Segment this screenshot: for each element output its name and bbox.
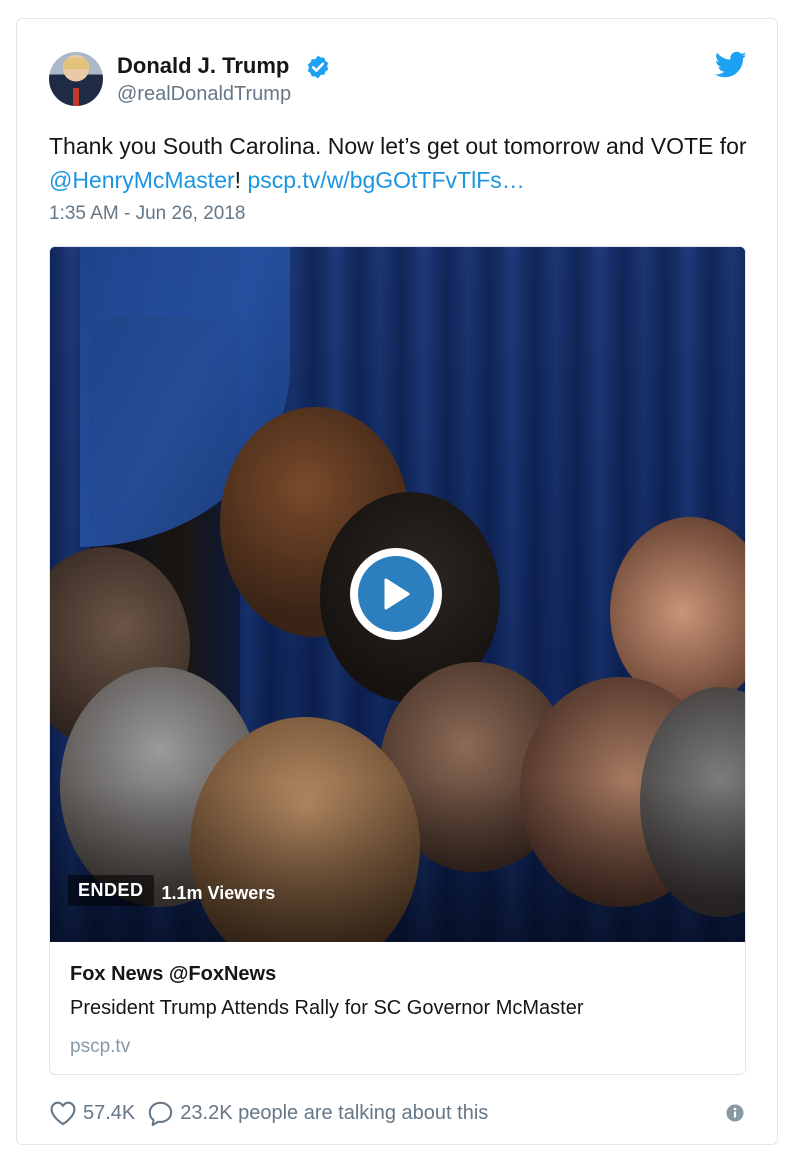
tweet-card: Donald J. Trump @realDonaldTrump Thank y… [16,18,778,1145]
play-button-inner [358,556,434,632]
play-icon [384,578,410,610]
heart-icon[interactable] [49,1100,77,1126]
tweet-text-part: ! [234,167,248,193]
twitter-bird-icon[interactable] [715,51,747,79]
author-name[interactable]: Donald J. Trump [117,53,289,79]
viewer-count: 1.1m Viewers [161,883,276,903]
broadcast-status: ENDED 1.1m Viewers [68,875,275,906]
reply-count[interactable]: 23.2K people are talking about this [180,1102,488,1125]
verified-badge-icon [307,55,329,79]
periscope-link[interactable]: pscp.tv/w/bgGOtTFvTlFs… [247,167,524,193]
like-count[interactable]: 57.4K [83,1102,135,1125]
ended-badge: ENDED [68,875,154,906]
video-shade [50,782,745,942]
info-icon[interactable] [726,1104,744,1122]
comment-bubble-icon[interactable] [147,1100,174,1127]
card-domain: pscp.tv [70,1036,131,1057]
action-bar: 57.4K 23.2K people are talking about thi… [49,1098,488,1128]
card-author: Fox News @FoxNews [70,963,277,985]
avatar-hair [63,58,89,69]
video-thumbnail[interactable]: ENDED 1.1m Viewers [50,247,745,942]
avatar-tie [73,88,79,106]
avatar[interactable] [49,52,103,106]
tweet-text-part: Thank you South Carolina. Now let’s get … [49,133,747,159]
play-button[interactable] [350,548,442,640]
tweet-text: Thank you South Carolina. Now let’s get … [49,129,759,197]
author-handle[interactable]: @realDonaldTrump [117,83,291,106]
timestamp[interactable]: 1:35 AM - Jun 26, 2018 [49,203,245,225]
card-title: President Trump Attends Rally for SC Gov… [70,997,584,1019]
media-card[interactable]: ENDED 1.1m Viewers Fox News @FoxNews Pre… [49,246,746,1075]
mention-link[interactable]: @HenryMcMaster [49,167,235,193]
